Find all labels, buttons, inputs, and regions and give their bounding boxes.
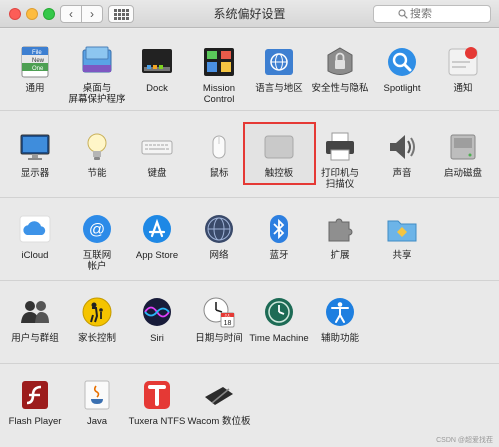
displays-icon [18,130,52,164]
security-privacy-icon [323,45,357,79]
grid-icon [113,8,129,20]
show-all-button[interactable] [108,5,134,23]
back-button[interactable]: ‹ [60,5,82,23]
pref-label: 启动磁盘 [443,168,482,179]
flash-player-icon [18,378,52,412]
sharing-icon [385,212,419,246]
desktop-screensaver-icon [80,45,114,79]
java-icon [80,378,114,412]
startup-disk-icon [446,130,480,164]
pref-accessibility[interactable]: 辅助功能 [304,295,376,344]
spotlight-icon [385,45,419,79]
general-icon: File New One [18,45,52,79]
title-bar: ‹ › 系统偏好设置 [0,0,499,28]
siri-icon [140,295,174,329]
printers-scanners-icon [323,130,357,164]
energy-saver-icon [80,130,114,164]
forward-button[interactable]: › [81,5,103,23]
icloud-icon [18,212,52,246]
svg-text:One: One [32,66,44,72]
pref-label: 通知 [453,83,473,94]
internet-accounts-icon: @ [80,212,114,246]
sound-icon [385,130,419,164]
pref-label: 辅助功能 [320,333,359,344]
close-window-button[interactable] [9,8,21,20]
svg-text:New: New [32,58,45,64]
pref-wacom-tablet[interactable]: Wacom 数位板 [183,378,255,427]
pref-label: 共享 [392,250,412,261]
pref-label: Wacom 数位板 [187,416,251,427]
svg-text:@: @ [89,222,105,239]
minimize-window-button[interactable] [26,8,38,20]
search-input[interactable] [410,8,480,20]
mouse-icon [202,130,236,164]
bluetooth-icon [262,212,296,246]
date-time-icon: JUL 18 [202,295,236,329]
accessibility-icon [323,295,357,329]
mission-control-icon [202,45,236,79]
trackpad-icon [262,130,296,164]
pref-notifications[interactable]: 通知 [427,45,499,94]
svg-text:JUL: JUL [225,313,231,317]
keyboard-icon [140,130,174,164]
time-machine-icon [262,295,296,329]
chevron-right-icon: › [90,7,94,21]
network-icon [202,212,236,246]
zoom-window-button[interactable] [43,8,55,20]
pref-startup-disk[interactable]: 启动磁盘 [427,130,499,179]
chevron-left-icon: ‹ [69,7,73,21]
dock-icon [140,45,174,79]
svg-text:18: 18 [224,320,232,327]
search-icon [398,9,408,19]
parental-controls-icon [80,295,114,329]
pref-sharing[interactable]: 共享 [366,212,438,261]
tuxera-ntfs-icon [140,378,174,412]
language-region-icon [262,45,296,79]
extensions-icon [323,212,357,246]
notifications-icon [446,45,480,79]
users-groups-icon [18,295,52,329]
svg-text:File: File [32,50,42,56]
search-field[interactable] [373,5,491,23]
wacom-tablet-icon [202,378,236,412]
app-store-icon [140,212,174,246]
watermark: CSDN @超爱找茬 [436,437,493,444]
